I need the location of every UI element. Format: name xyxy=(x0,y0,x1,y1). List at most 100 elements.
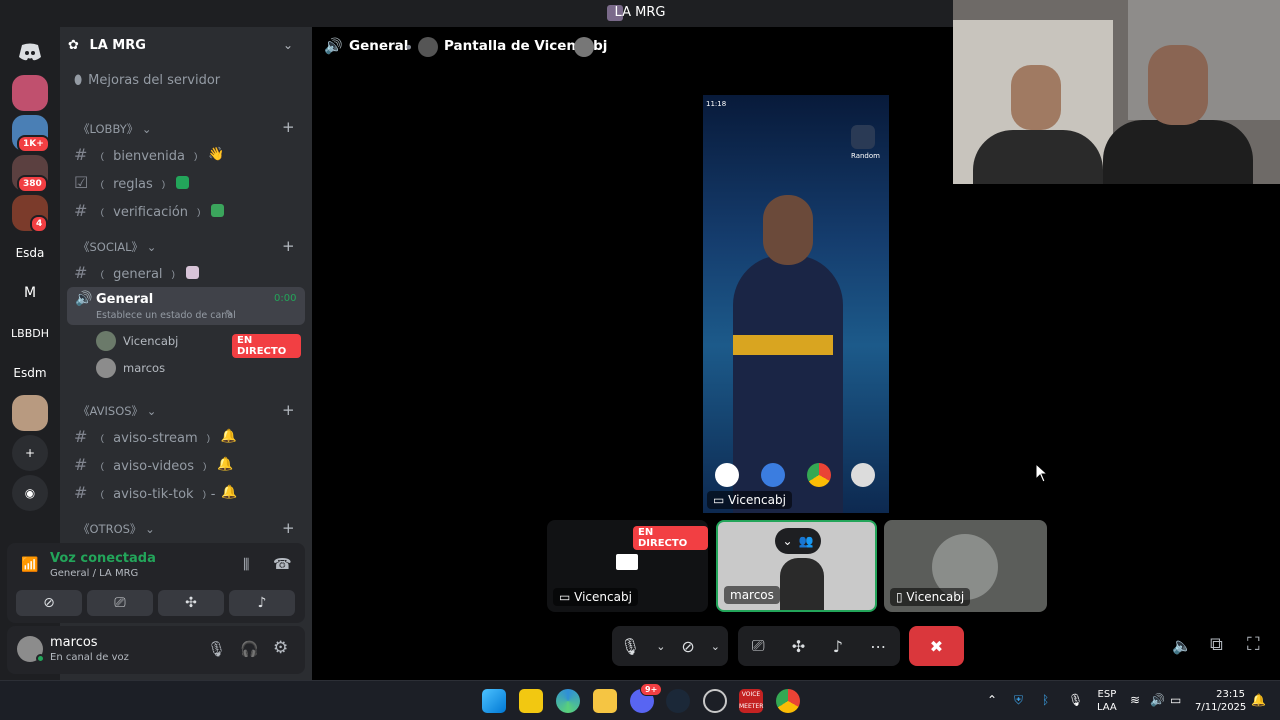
voice-member[interactable]: marcos xyxy=(96,358,301,378)
file-explorer-icon[interactable] xyxy=(593,689,617,713)
person-2 xyxy=(1103,120,1253,184)
soundboard-icon[interactable]: ♪ xyxy=(833,637,843,656)
server-boost[interactable]: ⬮ Mejoras del servidor xyxy=(74,73,220,88)
participant-tile[interactable]: ▯ Vicencabj xyxy=(884,520,1047,612)
store-icon[interactable] xyxy=(519,689,543,713)
chrome-icon[interactable] xyxy=(776,689,800,713)
add-channel-icon[interactable]: + xyxy=(282,118,295,136)
steam-icon[interactable] xyxy=(666,689,690,713)
user-name[interactable]: marcos xyxy=(50,635,98,650)
category-avisos[interactable]: 《AVISOS》 ⌄ xyxy=(78,403,156,419)
server-esdm[interactable]: Esdm xyxy=(12,355,48,391)
category-otros[interactable]: 《OTROS》 ⌄ xyxy=(78,521,155,537)
channel-aviso-tik-tok[interactable]: # ﹙ aviso-tik-tok ﹚- 🔔 xyxy=(74,483,238,502)
channel-verificacion[interactable]: # ﹙ verificación ﹚ xyxy=(74,201,225,220)
envelope-emoji-icon xyxy=(185,266,199,279)
disconnect-icon[interactable]: ☎ xyxy=(273,555,292,573)
clock[interactable]: 23:15 7/11/2025 xyxy=(1195,688,1246,714)
check-emoji-icon xyxy=(175,176,189,189)
chevron-down-icon[interactable]: ⌄ xyxy=(656,640,665,653)
channel-label: ﹙ aviso-videos ﹚ xyxy=(96,459,212,474)
add-channel-icon[interactable]: + xyxy=(282,237,295,255)
tile-name: Vicencabj xyxy=(574,590,632,604)
noise-suppression-icon[interactable]: ⫼ xyxy=(243,557,249,573)
boost-icon: ⬮ xyxy=(74,73,83,88)
camera-toggle-button[interactable]: ⊘ xyxy=(16,590,82,616)
participant-tile[interactable]: EN DIRECTO ▭ Vicencabj xyxy=(547,520,708,612)
channel-reglas[interactable]: ☑ ﹙ reglas ﹚ xyxy=(74,173,189,192)
server-la-mrg[interactable] xyxy=(12,71,48,111)
bell-icon: 🔔 xyxy=(220,429,237,444)
add-channel-icon[interactable]: + xyxy=(282,401,295,419)
language-indicator[interactable]: ESP LAA xyxy=(1097,688,1117,714)
channel-bienvenida[interactable]: # ﹙ bienvenida ﹚ 👋 xyxy=(74,145,224,164)
screen-share-button[interactable]: ⎚ xyxy=(87,590,153,616)
mouse-cursor-icon xyxy=(1035,463,1049,483)
add-channel-icon[interactable]: + xyxy=(282,519,295,537)
microphone-icon[interactable]: 🎙 xyxy=(620,637,640,656)
voice-channel-general[interactable]: 🔊 General 0:00 Establece un estado de ca… xyxy=(67,287,305,325)
gear-icon[interactable]: ⚙ xyxy=(273,638,288,658)
activities-icon: ✣ xyxy=(185,595,197,611)
server-header[interactable]: ✿ LA MRG xyxy=(68,38,146,53)
discord-home-icon[interactable] xyxy=(12,34,48,70)
activities-button[interactable]: ✣ xyxy=(158,590,224,616)
camera-off-icon[interactable]: ⊘ xyxy=(681,637,694,656)
header-channel-name[interactable]: General xyxy=(349,38,408,54)
bluetooth-icon[interactable]: ᛒ xyxy=(1042,693,1049,707)
signal-icon[interactable]: 📶 xyxy=(21,557,38,573)
channel-aviso-stream[interactable]: # ﹙ aviso-stream ﹚ 🔔 xyxy=(74,427,237,446)
wave-emoji-icon: 👋 xyxy=(208,147,225,162)
windows-start-icon[interactable] xyxy=(482,689,506,713)
popout-icon[interactable]: ⧉ xyxy=(1210,634,1223,655)
participant-tile[interactable]: ⌄ 👥 marcos xyxy=(716,520,877,612)
fullscreen-icon[interactable]: ⛶ xyxy=(1247,634,1260,655)
hash-icon: # xyxy=(74,145,88,164)
discord-taskbar-icon[interactable]: 9+ xyxy=(630,683,663,713)
wifi-icon[interactable]: ≋ xyxy=(1130,693,1140,707)
category-lobby[interactable]: 《LOBBY》 ⌄ xyxy=(78,121,152,137)
channel-status[interactable]: Establece un estado de canal xyxy=(96,310,236,321)
add-server-icon[interactable]: + xyxy=(12,435,48,471)
tile-controls[interactable]: ⌄ 👥 xyxy=(775,528,821,554)
chevron-down-icon[interactable]: ⌄ xyxy=(782,534,792,548)
screen-share-icon[interactable]: ⎚ xyxy=(752,636,765,656)
activities-icon[interactable]: ✣ xyxy=(792,637,805,656)
shield-icon[interactable]: ⛨ xyxy=(1014,693,1023,708)
soundboard-button[interactable]: ♪ xyxy=(229,590,295,616)
screen-share-stream[interactable]: 11:18 Random ▭ Vicencabj xyxy=(703,95,889,513)
add-user-icon[interactable]: 👥 xyxy=(799,534,814,548)
clock-app-icon[interactable] xyxy=(703,689,727,713)
language-code: ESP xyxy=(1097,689,1117,700)
headphones-icon[interactable]: 🎧 xyxy=(240,640,259,658)
voice-status-subtitle[interactable]: General / LA MRG xyxy=(50,568,138,579)
microphone-icon[interactable]: 🎙 xyxy=(207,640,226,658)
voice-member[interactable]: Vicencabj EN DIRECTO xyxy=(96,331,301,358)
channel-aviso-videos[interactable]: # ﹙ aviso-videos ﹚ 🔔 xyxy=(74,455,233,474)
voicemeeter-icon[interactable]: VOICE MEETER xyxy=(739,689,763,713)
chevron-up-icon[interactable]: ⌃ xyxy=(987,693,997,707)
edge-icon[interactable] xyxy=(556,689,580,713)
chevron-down-icon[interactable]: ⌄ xyxy=(711,640,720,653)
microphone-icon[interactable]: 🎙 xyxy=(1068,693,1083,707)
person-1 xyxy=(973,130,1103,184)
discover-icon[interactable]: ◉ xyxy=(12,475,48,511)
server-lbbdh[interactable]: LBBDH xyxy=(10,315,50,351)
server-2[interactable]: 1K+ xyxy=(12,115,50,153)
category-social[interactable]: 《SOCIAL》 ⌄ xyxy=(78,239,156,255)
channel-general-text[interactable]: # ﹙ general ﹚ xyxy=(74,263,199,282)
server-9[interactable] xyxy=(12,395,48,431)
notification-icon[interactable]: 🔔 xyxy=(1251,693,1266,707)
more-icon[interactable]: ⋯ xyxy=(870,637,886,656)
pencil-icon[interactable]: ✎ xyxy=(225,309,233,320)
server-3[interactable]: 380 xyxy=(12,155,48,193)
server-m[interactable]: M xyxy=(12,275,48,311)
chevron-down-icon[interactable]: ⌄ xyxy=(283,38,293,52)
voice-status-title[interactable]: Voz conectada xyxy=(50,551,156,566)
speaker-icon[interactable]: 🔊 xyxy=(1150,693,1165,707)
server-esda[interactable]: Esda xyxy=(12,235,48,271)
leave-call-button[interactable]: ✖ xyxy=(909,626,964,666)
volume-icon[interactable]: 🔈 xyxy=(1172,636,1192,655)
server-4[interactable]: 4 xyxy=(12,195,49,233)
battery-icon[interactable]: ▭ xyxy=(1170,693,1181,707)
